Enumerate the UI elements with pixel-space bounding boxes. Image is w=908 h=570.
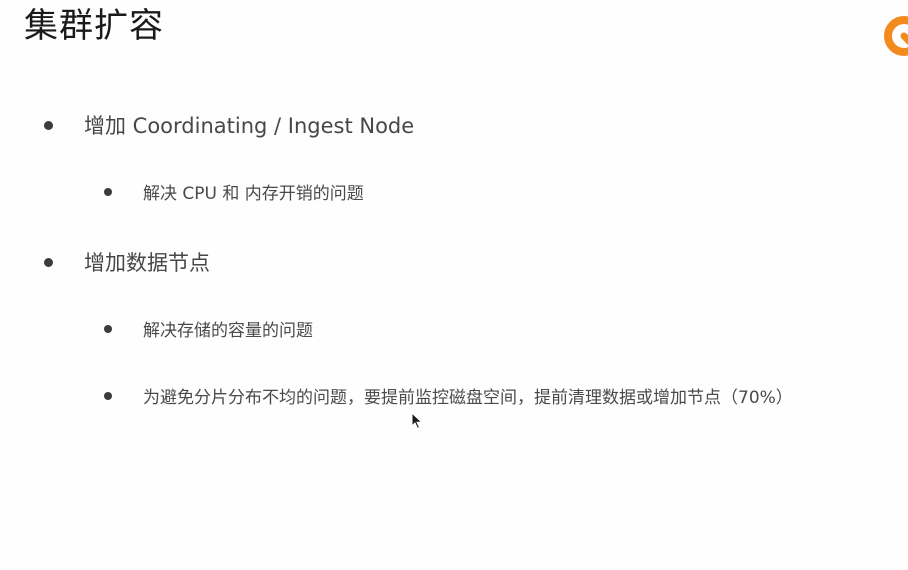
bullet-dot — [104, 187, 112, 196]
sub-bullet-text: 解决 CPU 和 内存开销的问题 — [143, 184, 364, 204]
bullet-dot — [104, 324, 112, 333]
bullet-dot — [104, 391, 112, 400]
bullet-item: 增加 Coordinating / Ingest Node — [44, 110, 414, 140]
bullet-item: 增加数据节点 — [44, 247, 210, 277]
bullet-dot — [44, 120, 53, 130]
sub-bullet-text: 为避免分片分布不均的问题，要提前监控磁盘空间，提前清理数据或增加节点（70%） — [143, 388, 793, 408]
bullet-dot — [44, 257, 53, 267]
mouse-pointer-icon — [411, 412, 423, 430]
sub-bullet-text: 解决存储的容量的问题 — [143, 321, 313, 341]
sub-bullet-item: 解决存储的容量的问题 — [104, 316, 313, 341]
brand-logo-icon — [884, 16, 908, 56]
slide: 集群扩容 增加 Coordinating / Ingest Node 解决 CP… — [0, 0, 908, 570]
bullet-text: 增加数据节点 — [84, 251, 210, 275]
slide-title: 集群扩容 — [24, 6, 164, 46]
sub-bullet-item: 解决 CPU 和 内存开销的问题 — [104, 179, 364, 204]
bullet-text: 增加 Coordinating / Ingest Node — [84, 114, 415, 138]
sub-bullet-item: 为避免分片分布不均的问题，要提前监控磁盘空间，提前清理数据或增加节点（70%） — [104, 383, 793, 408]
